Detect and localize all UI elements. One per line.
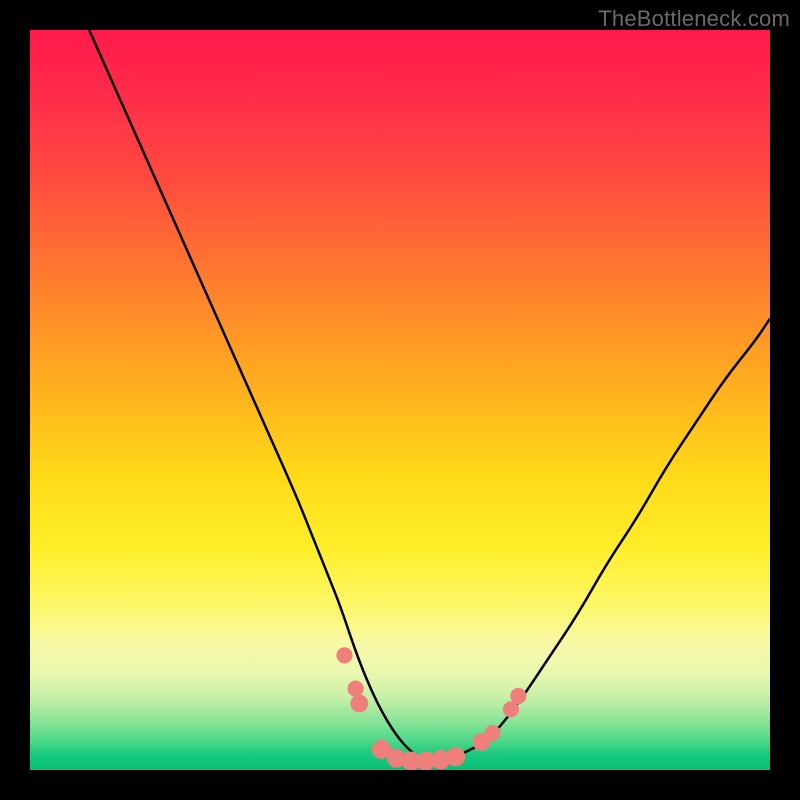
curve-line xyxy=(89,30,770,763)
curve-marker xyxy=(348,681,364,697)
curve-marker xyxy=(350,695,368,713)
curve-marker xyxy=(510,688,526,704)
curve-marker xyxy=(446,747,465,766)
watermark-text: TheBottleneck.com xyxy=(598,6,790,32)
curve-markers xyxy=(336,647,526,770)
plot-area xyxy=(30,30,770,770)
bottleneck-curve xyxy=(30,30,770,770)
curve-marker xyxy=(484,725,500,741)
curve-marker xyxy=(336,647,352,663)
chart-frame: TheBottleneck.com xyxy=(0,0,800,800)
